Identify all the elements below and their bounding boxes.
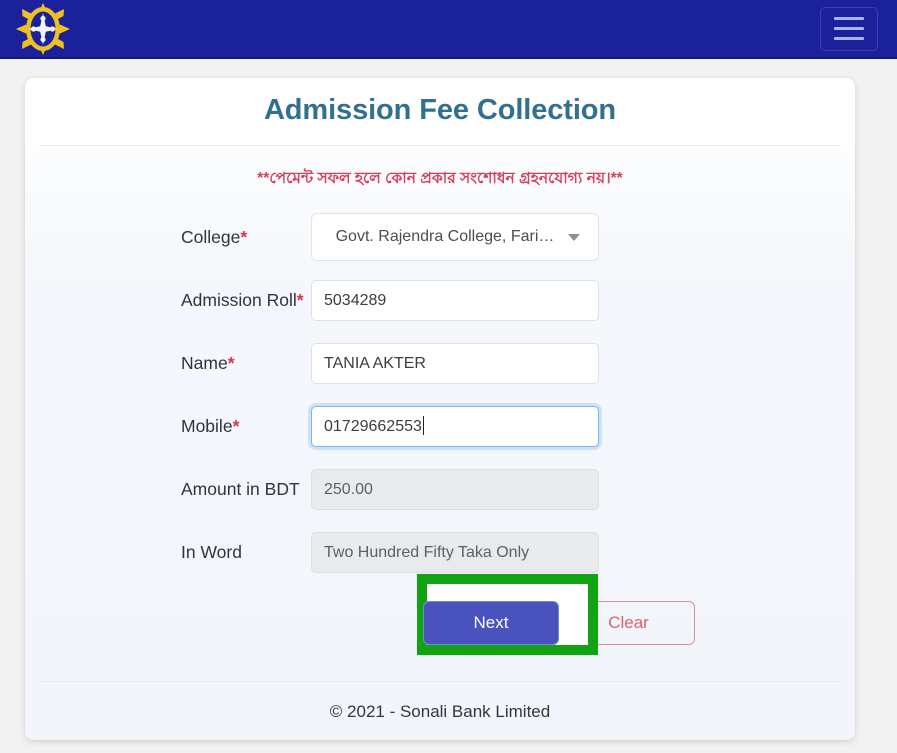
label-admission-roll-text: Admission Roll (181, 289, 297, 310)
hamburger-bar-2 (834, 27, 864, 30)
form-row-mobile: Mobile* 01729662553 (25, 395, 855, 458)
label-mobile-required: * (232, 415, 240, 436)
top-navbar (0, 0, 897, 59)
label-amount-text: Amount in BDT (181, 478, 300, 499)
college-select[interactable]: Govt. Rajendra College, Fari… (311, 213, 599, 262)
footer-divider (39, 680, 841, 682)
hamburger-bar-1 (834, 17, 864, 20)
label-name-required: * (227, 352, 235, 373)
admission-fee-card: Admission Fee Collection **পেমেন্ট সফল হ… (25, 78, 855, 740)
amount-input: 250.00 (311, 468, 599, 510)
admission-fee-form: College* Govt. Rajendra College, Fari… A… (25, 206, 855, 655)
form-row-amount: Amount in BDT 250.00 (25, 458, 855, 521)
form-row-in-word: In Word Two Hundred Fifty Taka Only (25, 521, 855, 584)
field-in-word-wrap: Two Hundred Fifty Taka Only (311, 531, 599, 573)
title-divider (39, 145, 841, 146)
admission-roll-input[interactable]: 5034289 (311, 279, 599, 321)
label-amount: Amount in BDT (25, 479, 300, 500)
payment-warning-notice: **পেমেন্ট সফল হলে কোন প্রকার সংশোধন গ্রহ… (257, 170, 623, 187)
footer-copyright: © 2021 - Sonali Bank Limited (329, 701, 551, 721)
field-college-wrap: Govt. Rajendra College, Fari… (311, 213, 599, 262)
label-admission-roll-required: * (296, 289, 304, 310)
form-actions: Next Clear (417, 573, 855, 655)
hamburger-bar-3 (834, 37, 864, 40)
form-row-name: Name* TANIA AKTER (25, 332, 855, 395)
label-college-required: * (240, 226, 248, 247)
page-body: Admission Fee Collection **পেমেন্ট সফল হ… (0, 61, 897, 753)
label-mobile-text: Mobile (181, 415, 233, 436)
next-button-holder: Next (423, 600, 559, 645)
label-name-text: Name (181, 352, 228, 373)
form-row-college: College* Govt. Rajendra College, Fari… (25, 206, 855, 269)
in-word-input: Two Hundred Fifty Taka Only (311, 531, 599, 573)
name-input[interactable]: TANIA AKTER (311, 342, 599, 384)
label-college-text: College (181, 226, 241, 247)
next-button[interactable]: Next (423, 600, 559, 645)
field-mobile-wrap: 01729662553 (311, 405, 599, 447)
label-name: Name* (25, 353, 256, 374)
clear-button[interactable]: Clear (562, 600, 695, 645)
mobile-input-value: 01729662553 (324, 417, 422, 435)
label-in-word-text: In Word (181, 541, 242, 562)
label-admission-roll: Admission Roll* (25, 290, 304, 311)
college-select-wrap: Govt. Rajendra College, Fari… (311, 213, 599, 262)
card-inner: Admission Fee Collection **পেমেন্ট সফল হ… (25, 78, 855, 740)
sonali-bank-sun-logo-icon[interactable] (14, 2, 72, 56)
text-cursor (422, 415, 424, 435)
mobile-input[interactable]: 01729662553 (311, 405, 599, 447)
label-college: College* (25, 227, 256, 248)
hamburger-menu-icon[interactable] (820, 6, 878, 51)
page-title: Admission Fee Collection (263, 94, 617, 126)
field-name-wrap: TANIA AKTER (311, 342, 599, 384)
field-admission-roll-wrap: 5034289 (311, 279, 599, 321)
form-row-admission-roll: Admission Roll* 5034289 (25, 269, 855, 332)
label-mobile: Mobile* (25, 416, 256, 437)
field-amount-wrap: 250.00 (311, 468, 599, 510)
label-in-word: In Word (25, 542, 256, 563)
